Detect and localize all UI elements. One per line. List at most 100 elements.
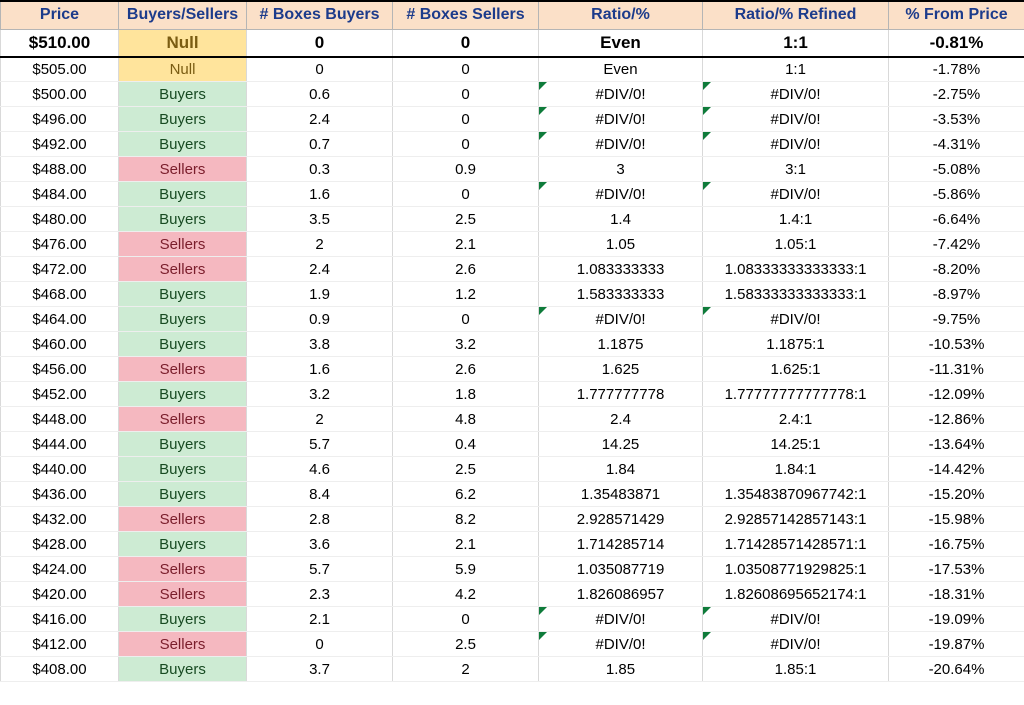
cell-bs[interactable]: Sellers: [119, 257, 247, 282]
cell-ratio[interactable]: 2.928571429: [539, 507, 703, 532]
cell-refined[interactable]: 14.25:1: [703, 432, 889, 457]
cell-bsell[interactable]: 2.6: [393, 357, 539, 382]
cell-bs[interactable]: Null: [119, 57, 247, 82]
table-row[interactable]: $476.00Sellers22.11.051.05:1-7.42%: [1, 232, 1024, 257]
cell-refined[interactable]: 1.4:1: [703, 207, 889, 232]
cell-bb[interactable]: 3.8: [247, 332, 393, 357]
table-row[interactable]: $444.00Buyers5.70.414.2514.25:1-13.64%: [1, 432, 1024, 457]
cell-refined[interactable]: #DIV/0!: [703, 107, 889, 132]
cell-pct[interactable]: -19.87%: [889, 632, 1024, 657]
cell-bs[interactable]: Buyers: [119, 432, 247, 457]
col-boxes-buyers[interactable]: # Boxes Buyers: [247, 1, 393, 29]
cell-ratio[interactable]: 1.714285714: [539, 532, 703, 557]
cell-ratio[interactable]: 1.84: [539, 457, 703, 482]
cell-pct[interactable]: -3.53%: [889, 107, 1024, 132]
cell-refined[interactable]: 1.77777777777778:1: [703, 382, 889, 407]
cell-bb[interactable]: 3.5: [247, 207, 393, 232]
table-row[interactable]: $510.00Null00Even1:1-0.81%: [1, 29, 1024, 57]
cell-price[interactable]: $460.00: [1, 332, 119, 357]
table-row[interactable]: $488.00Sellers0.30.933:1-5.08%: [1, 157, 1024, 182]
cell-ratio[interactable]: 1.826086957: [539, 582, 703, 607]
cell-bb[interactable]: 0: [247, 29, 393, 57]
cell-price[interactable]: $444.00: [1, 432, 119, 457]
cell-ratio[interactable]: 14.25: [539, 432, 703, 457]
cell-bs[interactable]: Sellers: [119, 407, 247, 432]
cell-bs[interactable]: Buyers: [119, 457, 247, 482]
cell-refined[interactable]: 2.4:1: [703, 407, 889, 432]
col-buyers-sellers[interactable]: Buyers/Sellers: [119, 1, 247, 29]
cell-bb[interactable]: 2.1: [247, 607, 393, 632]
cell-price[interactable]: $456.00: [1, 357, 119, 382]
cell-bs[interactable]: Buyers: [119, 282, 247, 307]
cell-refined[interactable]: 1.08333333333333:1: [703, 257, 889, 282]
table-row[interactable]: $432.00Sellers2.88.22.9285714292.9285714…: [1, 507, 1024, 532]
cell-pct[interactable]: -7.42%: [889, 232, 1024, 257]
cell-pct[interactable]: -5.08%: [889, 157, 1024, 182]
table-row[interactable]: $420.00Sellers2.34.21.8260869571.8260869…: [1, 582, 1024, 607]
cell-price[interactable]: $492.00: [1, 132, 119, 157]
cell-bb[interactable]: 2.4: [247, 257, 393, 282]
cell-bsell[interactable]: 2: [393, 657, 539, 682]
cell-pct[interactable]: -4.31%: [889, 132, 1024, 157]
cell-price[interactable]: $408.00: [1, 657, 119, 682]
cell-bsell[interactable]: 2.6: [393, 257, 539, 282]
col-pct-from-price[interactable]: % From Price: [889, 1, 1024, 29]
cell-bb[interactable]: 4.6: [247, 457, 393, 482]
cell-price[interactable]: $464.00: [1, 307, 119, 332]
cell-bb[interactable]: 0: [247, 57, 393, 82]
cell-pct[interactable]: -2.75%: [889, 82, 1024, 107]
cell-bsell[interactable]: 2.1: [393, 532, 539, 557]
table-row[interactable]: $468.00Buyers1.91.21.5833333331.58333333…: [1, 282, 1024, 307]
cell-bb[interactable]: 2.4: [247, 107, 393, 132]
cell-bsell[interactable]: 2.1: [393, 232, 539, 257]
cell-price[interactable]: $510.00: [1, 29, 119, 57]
cell-bsell[interactable]: 2.5: [393, 457, 539, 482]
cell-price[interactable]: $476.00: [1, 232, 119, 257]
cell-price[interactable]: $500.00: [1, 82, 119, 107]
cell-bsell[interactable]: 0: [393, 57, 539, 82]
cell-pct[interactable]: -0.81%: [889, 29, 1024, 57]
cell-bsell[interactable]: 0: [393, 607, 539, 632]
cell-ratio[interactable]: #DIV/0!: [539, 632, 703, 657]
cell-bsell[interactable]: 8.2: [393, 507, 539, 532]
cell-refined[interactable]: 1.71428571428571:1: [703, 532, 889, 557]
cell-ratio[interactable]: 1.35483871: [539, 482, 703, 507]
cell-bs[interactable]: Sellers: [119, 232, 247, 257]
cell-bb[interactable]: 1.6: [247, 357, 393, 382]
cell-bb[interactable]: 0.6: [247, 82, 393, 107]
col-boxes-sellers[interactable]: # Boxes Sellers: [393, 1, 539, 29]
cell-ratio[interactable]: #DIV/0!: [539, 607, 703, 632]
cell-pct[interactable]: -1.78%: [889, 57, 1024, 82]
cell-price[interactable]: $496.00: [1, 107, 119, 132]
cell-price[interactable]: $440.00: [1, 457, 119, 482]
cell-bb[interactable]: 3.7: [247, 657, 393, 682]
cell-bb[interactable]: 8.4: [247, 482, 393, 507]
cell-ratio[interactable]: 1.85: [539, 657, 703, 682]
cell-bsell[interactable]: 0: [393, 82, 539, 107]
cell-refined[interactable]: 1:1: [703, 57, 889, 82]
table-row[interactable]: $492.00Buyers0.70#DIV/0!#DIV/0!-4.31%: [1, 132, 1024, 157]
cell-refined[interactable]: 1.35483870967742:1: [703, 482, 889, 507]
cell-ratio[interactable]: 1.05: [539, 232, 703, 257]
cell-bs[interactable]: Sellers: [119, 357, 247, 382]
cell-bsell[interactable]: 1.8: [393, 382, 539, 407]
cell-bb[interactable]: 2.3: [247, 582, 393, 607]
cell-price[interactable]: $484.00: [1, 182, 119, 207]
cell-ratio[interactable]: #DIV/0!: [539, 182, 703, 207]
cell-bs[interactable]: Buyers: [119, 82, 247, 107]
cell-price[interactable]: $472.00: [1, 257, 119, 282]
cell-bs[interactable]: Buyers: [119, 132, 247, 157]
col-ratio[interactable]: Ratio/%: [539, 1, 703, 29]
cell-refined[interactable]: 1.58333333333333:1: [703, 282, 889, 307]
cell-refined[interactable]: 1.82608695652174:1: [703, 582, 889, 607]
cell-refined[interactable]: #DIV/0!: [703, 82, 889, 107]
cell-bsell[interactable]: 0.4: [393, 432, 539, 457]
cell-price[interactable]: $468.00: [1, 282, 119, 307]
cell-pct[interactable]: -8.20%: [889, 257, 1024, 282]
cell-refined[interactable]: #DIV/0!: [703, 632, 889, 657]
cell-pct[interactable]: -19.09%: [889, 607, 1024, 632]
table-row[interactable]: $408.00Buyers3.721.851.85:1-20.64%: [1, 657, 1024, 682]
table-row[interactable]: $412.00Sellers02.5#DIV/0!#DIV/0!-19.87%: [1, 632, 1024, 657]
cell-bs[interactable]: Sellers: [119, 582, 247, 607]
cell-bsell[interactable]: 4.8: [393, 407, 539, 432]
